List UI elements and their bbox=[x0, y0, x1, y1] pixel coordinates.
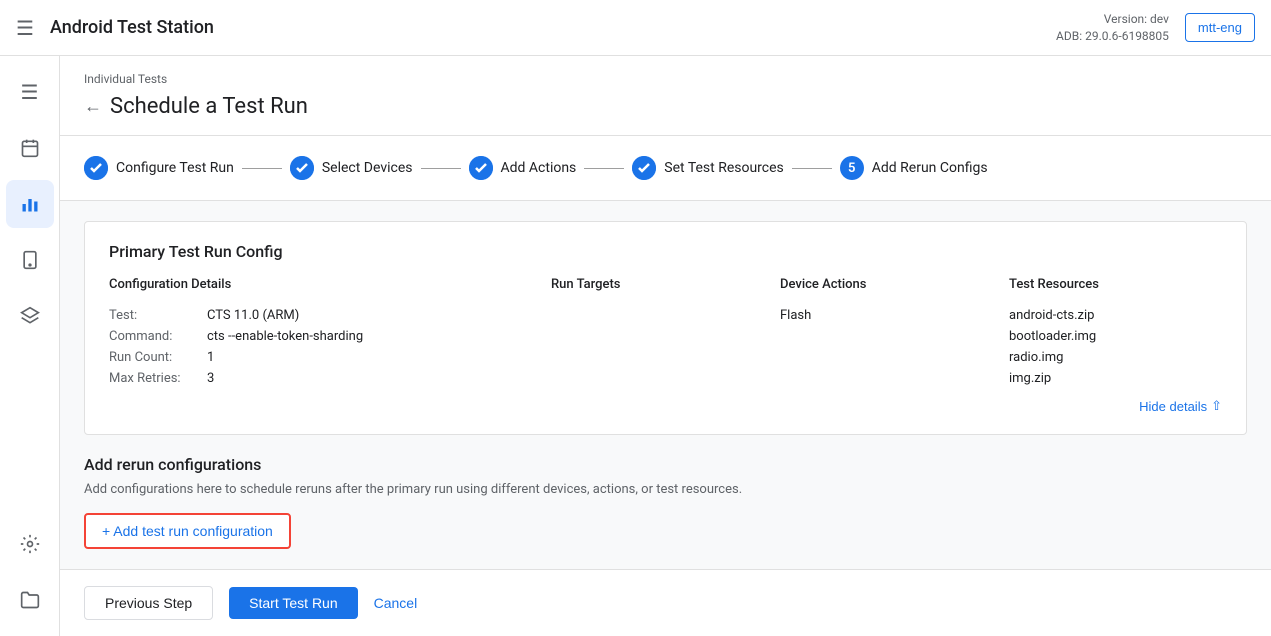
config-details-rows: Test: CTS 11.0 (ARM) Command: cts --enab… bbox=[109, 308, 535, 386]
sidebar-item-phone[interactable] bbox=[6, 236, 54, 284]
step-3-label: Add Actions bbox=[501, 160, 577, 176]
card-title: Primary Test Run Config bbox=[109, 242, 1222, 261]
test-row: Test: CTS 11.0 (ARM) bbox=[109, 308, 535, 323]
start-test-run-button[interactable]: Start Test Run bbox=[229, 587, 357, 619]
run-count-label: Run Count: bbox=[109, 350, 199, 365]
chevron-up-icon: ⇧ bbox=[1211, 398, 1222, 414]
step-add-actions: Add Actions bbox=[469, 156, 577, 180]
step-1-circle bbox=[84, 156, 108, 180]
sidebar-item-settings[interactable] bbox=[6, 520, 54, 568]
breadcrumb: Individual Tests bbox=[84, 72, 1247, 86]
content-area: Individual Tests ← Schedule a Test Run C… bbox=[60, 56, 1271, 636]
step-1-label: Configure Test Run bbox=[116, 160, 234, 176]
step-set-resources: Set Test Resources bbox=[632, 156, 783, 180]
version-info: Version: dev ADB: 29.0.6-6198805 bbox=[1056, 11, 1169, 45]
page-header: Individual Tests ← Schedule a Test Run bbox=[60, 56, 1271, 136]
test-resources-col: Test Resources android-cts.zip bootloade… bbox=[1009, 277, 1222, 386]
step-5-label: Add Rerun Configs bbox=[872, 160, 988, 176]
connector-3 bbox=[584, 168, 624, 169]
max-retries-label: Max Retries: bbox=[109, 371, 199, 386]
step-2-label: Select Devices bbox=[322, 160, 413, 176]
sidebar: ☰ bbox=[0, 56, 60, 636]
header-right: Version: dev ADB: 29.0.6-6198805 mtt-eng bbox=[1056, 11, 1255, 45]
step-2-circle bbox=[290, 156, 314, 180]
device-action-flash: Flash bbox=[780, 308, 993, 323]
step-3-circle bbox=[469, 156, 493, 180]
connector-1 bbox=[242, 168, 282, 169]
sidebar-item-folder[interactable] bbox=[6, 576, 54, 624]
hide-details-row: Hide details ⇧ bbox=[109, 398, 1222, 414]
test-value: CTS 11.0 (ARM) bbox=[207, 308, 299, 323]
command-label: Command: bbox=[109, 329, 199, 344]
top-header: ☰ Android Test Station Version: dev ADB:… bbox=[0, 0, 1271, 56]
app-title: Android Test Station bbox=[50, 17, 214, 38]
col-header-config: Configuration Details bbox=[109, 277, 535, 296]
resource-3: radio.img bbox=[1009, 350, 1222, 365]
rerun-section: Add rerun configurations Add configurati… bbox=[84, 455, 1247, 549]
command-row: Command: cts --enable-token-sharding bbox=[109, 329, 535, 344]
connector-4 bbox=[792, 168, 832, 169]
command-value: cts --enable-token-sharding bbox=[207, 329, 363, 344]
page-title: Schedule a Test Run bbox=[110, 94, 308, 119]
run-count-value: 1 bbox=[207, 350, 214, 365]
config-details-col: Configuration Details Test: CTS 11.0 (AR… bbox=[109, 277, 535, 386]
config-grid: Configuration Details Test: CTS 11.0 (AR… bbox=[109, 277, 1222, 386]
test-resources-values: android-cts.zip bootloader.img radio.img… bbox=[1009, 308, 1222, 386]
resource-4: img.zip bbox=[1009, 371, 1222, 386]
content-body: Primary Test Run Config Configuration De… bbox=[60, 201, 1271, 569]
step-4-circle bbox=[632, 156, 656, 180]
col-header-targets: Run Targets bbox=[551, 277, 764, 296]
resource-1: android-cts.zip bbox=[1009, 308, 1222, 323]
max-retries-value: 3 bbox=[207, 371, 214, 386]
rerun-title: Add rerun configurations bbox=[84, 455, 1247, 474]
step-5-circle: 5 bbox=[840, 156, 864, 180]
hide-details-button[interactable]: Hide details ⇧ bbox=[1139, 398, 1222, 414]
step-select-devices: Select Devices bbox=[290, 156, 413, 180]
previous-step-button[interactable]: Previous Step bbox=[84, 586, 213, 620]
stepper-bar: Configure Test Run Select Devices Add Ac… bbox=[60, 136, 1271, 201]
run-targets-col: Run Targets bbox=[551, 277, 764, 386]
device-actions-values: Flash bbox=[780, 308, 993, 323]
resource-2: bootloader.img bbox=[1009, 329, 1222, 344]
hamburger-icon[interactable]: ☰ bbox=[16, 16, 34, 40]
sidebar-item-layers[interactable] bbox=[6, 292, 54, 340]
step-rerun-configs: 5 Add Rerun Configs bbox=[840, 156, 988, 180]
step-configure: Configure Test Run bbox=[84, 156, 234, 180]
sidebar-item-list[interactable]: ☰ bbox=[6, 68, 54, 116]
back-button[interactable]: ← bbox=[84, 96, 102, 117]
device-actions-col: Device Actions Flash bbox=[780, 277, 993, 386]
step-4-label: Set Test Resources bbox=[664, 160, 783, 176]
sidebar-item-chart[interactable] bbox=[6, 180, 54, 228]
primary-config-card: Primary Test Run Config Configuration De… bbox=[84, 221, 1247, 435]
sidebar-item-calendar[interactable] bbox=[6, 124, 54, 172]
add-config-button[interactable]: + Add test run configuration bbox=[84, 513, 291, 549]
main-layout: ☰ Individual Tests ← Schedule a Test Run bbox=[0, 56, 1271, 636]
header-left: ☰ Android Test Station bbox=[16, 16, 214, 40]
rerun-description: Add configurations here to schedule reru… bbox=[84, 482, 1247, 497]
col-header-resources: Test Resources bbox=[1009, 277, 1222, 296]
test-label: Test: bbox=[109, 308, 199, 323]
profile-button[interactable]: mtt-eng bbox=[1185, 13, 1255, 42]
bottom-actions: Previous Step Start Test Run Cancel bbox=[60, 569, 1271, 636]
page-title-row: ← Schedule a Test Run bbox=[84, 94, 1247, 119]
max-retries-row: Max Retries: 3 bbox=[109, 371, 535, 386]
col-header-actions: Device Actions bbox=[780, 277, 993, 296]
connector-2 bbox=[421, 168, 461, 169]
run-count-row: Run Count: 1 bbox=[109, 350, 535, 365]
cancel-button[interactable]: Cancel bbox=[374, 595, 418, 611]
